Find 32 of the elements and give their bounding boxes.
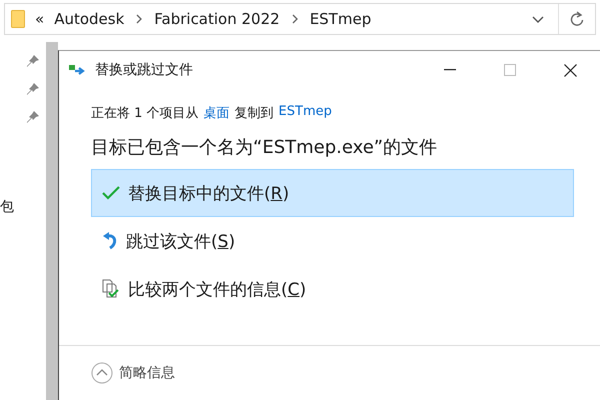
- overflow-chevron[interactable]: «: [35, 10, 44, 28]
- status-text: 正在将 1 个项目从: [91, 105, 199, 122]
- undo-arrow-icon: [102, 232, 118, 250]
- check-icon: [102, 186, 120, 200]
- documents-icon: [102, 279, 120, 299]
- status-text: 复制到: [234, 105, 274, 122]
- pin-icon[interactable]: [26, 110, 40, 124]
- conflict-heading: 目标已包含一个名为“ESTmep.exe”的文件: [91, 136, 438, 159]
- address-bar[interactable]: « Autodesk Fabrication 2022 ESTmep: [4, 3, 596, 35]
- breadcrumb-item[interactable]: Fabrication 2022: [154, 10, 280, 28]
- dropdown-chevron-icon[interactable]: [532, 16, 544, 22]
- folder-icon: [11, 10, 25, 28]
- details-toggle[interactable]: 简略信息: [91, 362, 175, 384]
- refresh-icon[interactable]: [570, 11, 584, 27]
- pin-icon[interactable]: [26, 54, 40, 68]
- maximize-icon: [504, 64, 516, 76]
- choice-option[interactable]: 比较两个文件的信息(C): [91, 265, 574, 313]
- choice-option[interactable]: 替换目标中的文件(R): [91, 169, 574, 217]
- breadcrumb-item[interactable]: ESTmep: [310, 10, 372, 28]
- file-label: 包: [0, 198, 14, 216]
- move-file-icon: [69, 64, 87, 76]
- chevron-right-icon[interactable]: [136, 14, 142, 24]
- choice-option[interactable]: 跳过该文件(S): [91, 217, 574, 265]
- folder-link[interactable]: ESTmep: [278, 104, 332, 122]
- breadcrumb-item[interactable]: Autodesk: [54, 10, 124, 28]
- chevron-up-icon: [91, 362, 113, 384]
- window-title: 替换或跳过文件: [95, 61, 194, 79]
- close-icon[interactable]: [564, 64, 576, 76]
- minimize-icon[interactable]: [444, 69, 456, 71]
- folder-link[interactable]: 桌面: [204, 104, 230, 122]
- pin-icon[interactable]: [26, 82, 40, 96]
- chevron-right-icon[interactable]: [292, 14, 298, 24]
